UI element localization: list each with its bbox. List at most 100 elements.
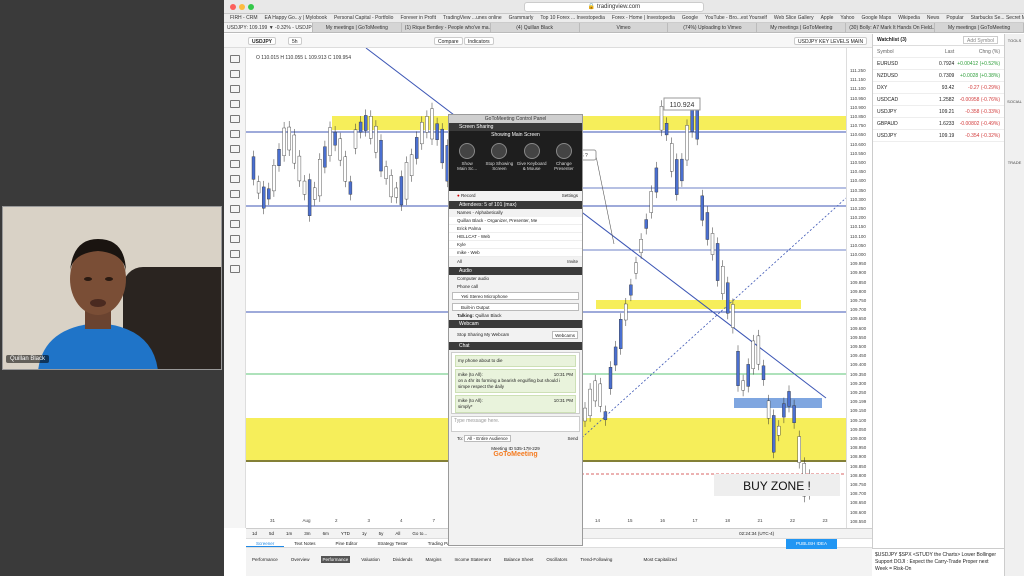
trash-icon[interactable] xyxy=(229,265,240,273)
bookmark-item[interactable]: EA Happy Go...y | Mylobook xyxy=(265,15,327,21)
ruler-icon[interactable] xyxy=(229,190,240,198)
gtm-attendee[interactable]: mike - Web xyxy=(449,249,582,257)
range-button[interactable]: 1y xyxy=(362,531,367,536)
layout-name[interactable]: USDJPY KEY LEVELS MAIN xyxy=(794,37,868,45)
bookmark-item[interactable]: Starbucks Se... Secret Menu xyxy=(971,15,1024,21)
browser-tab[interactable]: Vimeo xyxy=(580,23,669,32)
lock-draw-icon[interactable] xyxy=(229,235,240,243)
gtm-webcams-select[interactable]: Webcams xyxy=(552,331,578,339)
bookmark-item[interactable]: Google xyxy=(682,15,698,21)
watchlist-row[interactable]: DXY 93.42 -0.27 (-0.29%) xyxy=(873,82,1004,94)
gtm-record[interactable]: Record xyxy=(461,193,476,198)
bottom-tab[interactable]: Pine Editor xyxy=(326,541,368,546)
watchlist-row[interactable]: USDCAD 1.2582 -0.00958 (-0.76%) xyxy=(873,94,1004,106)
gtm-invite[interactable]: Invite xyxy=(567,257,578,267)
range-button[interactable]: All xyxy=(395,531,400,536)
bookmark-item[interactable]: YouTube - Bro...est Yourself xyxy=(705,15,767,21)
gtm-screen-sharing-header[interactable]: Screen Sharing xyxy=(449,123,582,131)
bottom-tab[interactable]: Screener xyxy=(246,541,285,547)
screener-subtab[interactable]: Oscillators xyxy=(544,556,569,563)
watchlist-row[interactable]: USDJPY 109.19 -0.354 (-0.32%) xyxy=(873,130,1004,142)
zoom-icon[interactable] xyxy=(229,205,240,213)
screener-subtab[interactable]: Valuation xyxy=(359,556,381,563)
shapes-tool-icon[interactable] xyxy=(229,160,240,168)
news-ticker[interactable]: $USDJPY $SPX <STUDY the Charts> Lower Bo… xyxy=(872,548,1004,576)
browser-tab[interactable]: My meetings | GoToMeeting xyxy=(757,23,847,32)
browser-tab[interactable]: USDJPY: 109.199 ▼ -0.32% - USDJPY... xyxy=(224,23,313,32)
gtm-stop-webcam[interactable]: Stop Sharing My Webcam xyxy=(457,332,509,337)
browser-tab[interactable]: (74%) Uploading to Vimeo xyxy=(668,23,758,32)
watchlist-row[interactable]: NZDUSD 0.7309 +0.0028 (+0.38%) xyxy=(873,70,1004,82)
magnet-icon[interactable] xyxy=(229,220,240,228)
prediction-tool-icon[interactable] xyxy=(229,145,240,153)
gtm-chat-header[interactable]: Chat xyxy=(449,342,582,350)
range-button[interactable]: YTD xyxy=(341,531,350,536)
add-symbol-input[interactable]: Add Symbol xyxy=(963,36,998,44)
gtm-attendee[interactable]: Erick Palma xyxy=(449,225,582,233)
gtm-webcam-header[interactable]: Webcam xyxy=(449,320,582,328)
bookmark-item[interactable]: Personal Capital - Portfolio xyxy=(334,15,393,21)
screener-subtab[interactable]: Margins xyxy=(424,556,444,563)
browser-tab[interactable]: My meetings | GoToMeeting xyxy=(313,23,402,32)
gtm-audio-header[interactable]: Audio xyxy=(449,267,582,275)
watchlist-title[interactable]: Watchlist (3) xyxy=(877,37,907,43)
gtm-phone-call[interactable]: Phone call xyxy=(449,283,582,291)
minimize-window-icon[interactable] xyxy=(239,4,245,10)
screener-subtab[interactable]: Income Statement xyxy=(453,556,494,563)
bookmark-item[interactable]: Forex - Home | Investopedia xyxy=(612,15,675,21)
bookmark-item[interactable]: Grammarly xyxy=(509,15,534,21)
publish-idea-button[interactable]: PUBLISH IDEA xyxy=(786,539,838,549)
right-tool-label[interactable]: TRADE xyxy=(1005,160,1024,165)
range-button[interactable]: 1d xyxy=(252,531,257,536)
bottom-tab[interactable]: Text Notes xyxy=(284,541,325,546)
trendline-tool-icon[interactable] xyxy=(229,70,240,78)
compare-button[interactable]: Compare xyxy=(434,37,463,45)
crosshair-tool-icon[interactable] xyxy=(229,55,240,63)
gtm-keyboard-button[interactable]: Give Keyboard & Mouse xyxy=(517,143,547,189)
right-tool-label[interactable]: TOOLS xyxy=(1005,38,1024,43)
market-cap-select[interactable]: Most Capitalized xyxy=(643,557,676,562)
address-bar[interactable]: 🔒 tradingview.com xyxy=(524,2,704,12)
watchlist-row[interactable]: USDJPY 109.21 -0.358 (-0.33%) xyxy=(873,106,1004,118)
gtm-all-filter[interactable]: All xyxy=(457,259,462,264)
bookmark-item[interactable]: TradingView ...unes online xyxy=(443,15,502,21)
bookmark-item[interactable]: Yahoo xyxy=(840,15,854,21)
browser-tab[interactable]: My meetings | GoToMeeting xyxy=(935,23,1024,32)
bottom-tab[interactable]: Strategy Tester xyxy=(368,541,418,546)
pattern-tool-icon[interactable] xyxy=(229,130,240,138)
gtm-output-select[interactable]: Built-in Output xyxy=(452,303,579,311)
bookmark-item[interactable]: News xyxy=(927,15,940,21)
screener-subtab[interactable]: Overview xyxy=(289,556,312,563)
right-tool-label[interactable]: SOCIAL xyxy=(1005,99,1024,104)
bookmark-item[interactable]: Forever in Profit xyxy=(400,15,436,21)
gtm-to-select[interactable]: All - Entire Audience xyxy=(464,435,511,442)
gtm-stop-button[interactable]: Stop Showing Screen xyxy=(484,143,514,189)
watchlist-column-header[interactable]: Chng (%) xyxy=(954,46,1000,57)
range-button[interactable]: 1m xyxy=(286,531,292,536)
indicators-button[interactable]: Indicators xyxy=(464,37,494,45)
bookmark-item[interactable]: Web Slice Gallery xyxy=(774,15,814,21)
range-button[interactable]: Go to... xyxy=(412,531,427,536)
bookmark-item[interactable]: Top 10 Forex ... Investopedia xyxy=(540,15,604,21)
watchlist-row[interactable]: GBPAUD 1.6233 -0.00802 (-0.49%) xyxy=(873,118,1004,130)
range-button[interactable]: 6m xyxy=(323,531,329,536)
range-button[interactable]: 5y xyxy=(379,531,384,536)
range-button[interactable]: 3m xyxy=(304,531,310,536)
gtm-sort[interactable]: Names - Alphabetically xyxy=(449,209,582,217)
eye-icon[interactable] xyxy=(229,250,240,258)
fib-tool-icon[interactable] xyxy=(229,85,240,93)
bookmark-item[interactable]: Popular xyxy=(946,15,963,21)
watchlist-column-header[interactable]: Symbol xyxy=(877,46,919,57)
text-tool-icon[interactable] xyxy=(229,115,240,123)
browser-tab[interactable]: (1) Rique Bentley - People who've ma... xyxy=(402,23,491,32)
gtm-presenter-button[interactable]: Change Presenter xyxy=(549,143,579,189)
watchlist-row[interactable]: EURUSD 0.7924 +0.00412 (+0.52%) xyxy=(873,58,1004,70)
watchlist-column-header[interactable]: Last xyxy=(919,46,954,57)
maximize-window-icon[interactable] xyxy=(248,4,254,10)
gtm-attendee[interactable]: Quillan Black - Organizer, Presenter, Me xyxy=(449,217,582,225)
close-window-icon[interactable] xyxy=(230,4,236,10)
gtm-attendee[interactable]: Kyle xyxy=(449,241,582,249)
gtm-attendee[interactable]: HELLCAT - Web xyxy=(449,233,582,241)
brush-tool-icon[interactable] xyxy=(229,100,240,108)
gtm-send-button[interactable]: Send xyxy=(567,434,578,444)
